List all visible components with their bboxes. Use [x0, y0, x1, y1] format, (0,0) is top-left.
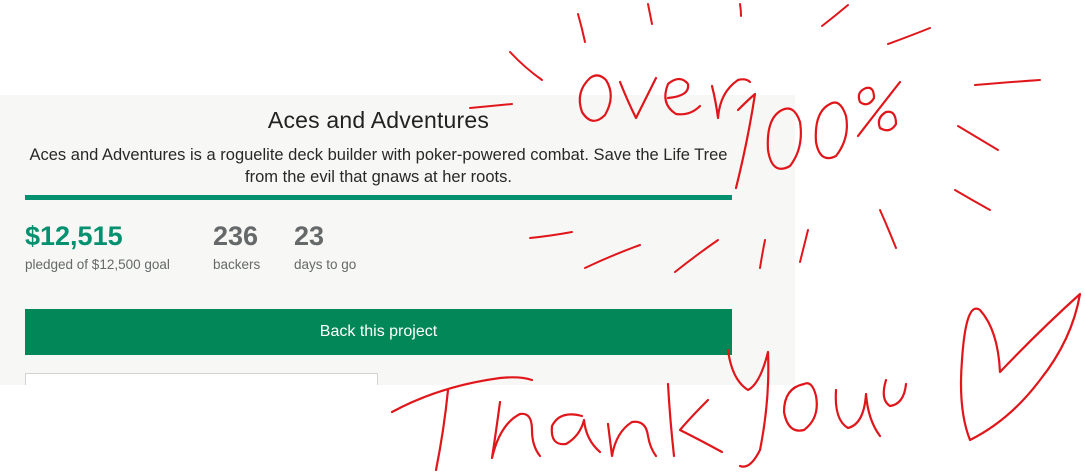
- pledged-label: pledged of $12,500 goal: [25, 257, 170, 272]
- stat-days-to-go: 23 days to go: [294, 220, 356, 272]
- project-title: Aces and Adventures: [267, 107, 490, 133]
- back-this-project-button[interactable]: Back this project: [25, 309, 732, 355]
- remind-me-button[interactable]: [25, 373, 378, 385]
- stat-pledged: $12,515 pledged of $12,500 goal: [25, 220, 170, 272]
- backers-label: backers: [213, 257, 261, 272]
- days-count: 23: [294, 221, 325, 251]
- project-blurb: Aces and Adventures is a roguelite deck …: [29, 146, 728, 186]
- stat-backers: 236 backers: [213, 220, 260, 272]
- pledged-amount: $12,515: [25, 221, 123, 251]
- backers-count: 236: [213, 221, 259, 251]
- days-label: days to go: [294, 257, 357, 272]
- funding-progress-bar: [25, 195, 732, 200]
- funding-progress-fill: [25, 195, 732, 200]
